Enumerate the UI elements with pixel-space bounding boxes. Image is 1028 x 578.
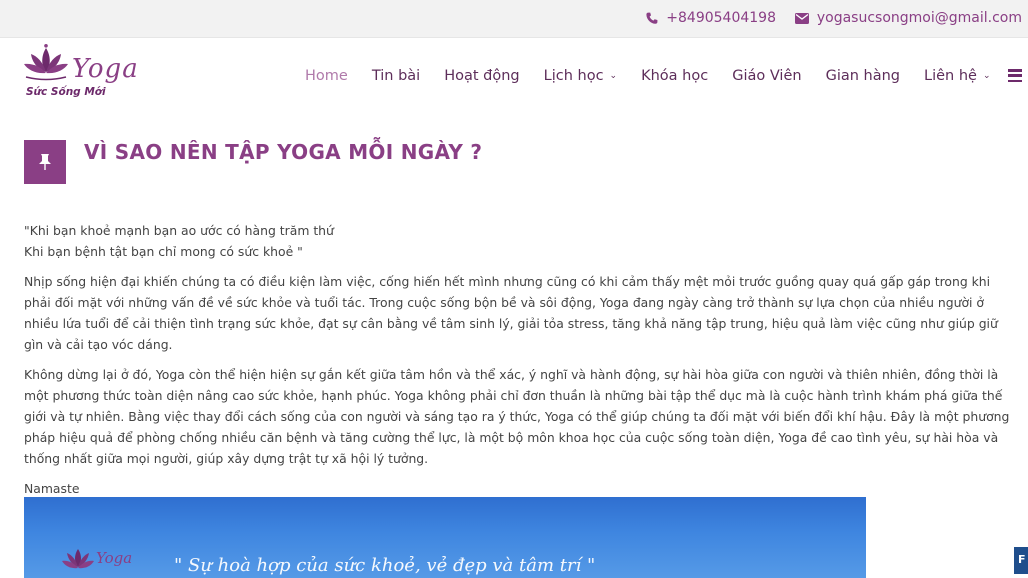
phone-contact[interactable]: +84905404198 xyxy=(646,10,776,26)
nav-item-label: Lịch học xyxy=(543,68,604,84)
nav-item-label: Gian hàng xyxy=(825,68,900,84)
lotus-logo-icon xyxy=(24,44,68,81)
nav-item-hoat-dong[interactable]: Hoạt động xyxy=(444,68,519,84)
quote-line: Khi bạn bệnh tật bạn chỉ mong có sức kho… xyxy=(24,244,303,259)
nav-item-label: Liên hệ xyxy=(924,68,977,84)
nav-item-label: Tin bài xyxy=(371,68,421,84)
side-social-tab[interactable]: F xyxy=(1014,547,1028,574)
hamburger-icon[interactable] xyxy=(1008,69,1022,82)
nav-item-label: Giáo Viên xyxy=(732,68,802,84)
nav-item-label: Hoạt động xyxy=(444,68,520,84)
nav-item-gian-hang[interactable]: Gian hàng xyxy=(826,68,900,84)
banner-quote: " Sự hoà hợp của sức khoẻ, vẻ đẹp và tâm… xyxy=(174,555,596,576)
top-contact-bar: +84905404198 yogasucsongmoi@gmail.com xyxy=(0,0,1028,38)
main-nav: Home Tin bài Hoạt động Lịch học ⌄ Khóa họ… xyxy=(305,68,1015,84)
article-title: VÌ SAO NÊN TẬP YOGA MỖI NGÀY ? xyxy=(84,140,483,164)
quote-line: "Khi bạn khoẻ mạnh bạn ao ước có hàng tr… xyxy=(24,223,334,238)
nav-item-giao-vien[interactable]: Giáo Viên xyxy=(732,68,801,84)
pushpin-icon xyxy=(24,140,66,184)
nav-item-khoa-hoc[interactable]: Khóa học xyxy=(641,68,708,84)
nav-item-home[interactable]: Home xyxy=(305,68,348,84)
logo-tagline: Sức Sống Mới xyxy=(26,86,106,98)
banner-logo: Yoga xyxy=(62,543,142,578)
nav-item-lich-hoc[interactable]: Lịch học ⌄ xyxy=(544,68,617,84)
chevron-down-icon: ⌄ xyxy=(609,71,618,81)
article-body: "Khi bạn khoẻ mạnh bạn ao ước có hàng tr… xyxy=(24,220,1020,508)
nav-item-tin-bai[interactable]: Tin bài xyxy=(372,68,420,84)
article-banner-image: Yoga " Sự hoà hợp của sức khoẻ, vẻ đẹp v… xyxy=(24,497,866,578)
email-contact[interactable]: yogasucsongmoi@gmail.com xyxy=(794,10,1022,26)
chevron-down-icon: ⌄ xyxy=(982,71,991,81)
envelope-icon xyxy=(794,12,809,24)
article-paragraph: Nhịp sống hiện đại khiến chúng ta có điề… xyxy=(24,274,998,352)
article-quote: "Khi bạn khoẻ mạnh bạn ao ước có hàng tr… xyxy=(24,220,1020,262)
phone-number[interactable]: +84905404198 xyxy=(666,10,776,26)
banner-logo-word: Yoga xyxy=(96,549,132,567)
site-header: Yoga Sức Sống Mới Home Tin bài Hoạt động… xyxy=(0,38,1028,118)
nav-item-label: Home xyxy=(305,68,348,84)
lotus-logo-icon: Yoga xyxy=(62,549,132,569)
email-address[interactable]: yogasucsongmoi@gmail.com xyxy=(817,10,1022,26)
phone-icon xyxy=(646,12,658,25)
nav-item-lien-he[interactable]: Liên hệ ⌄ xyxy=(924,68,991,84)
article-signoff: Namaste xyxy=(24,481,80,496)
article-paragraph: Không dừng lại ở đó, Yoga còn thể hiện h… xyxy=(24,367,1010,466)
nav-item-label: Khóa học xyxy=(641,68,709,84)
logo-wordmark: Yoga xyxy=(72,54,139,84)
site-logo[interactable]: Yoga Sức Sống Mới xyxy=(22,44,138,110)
